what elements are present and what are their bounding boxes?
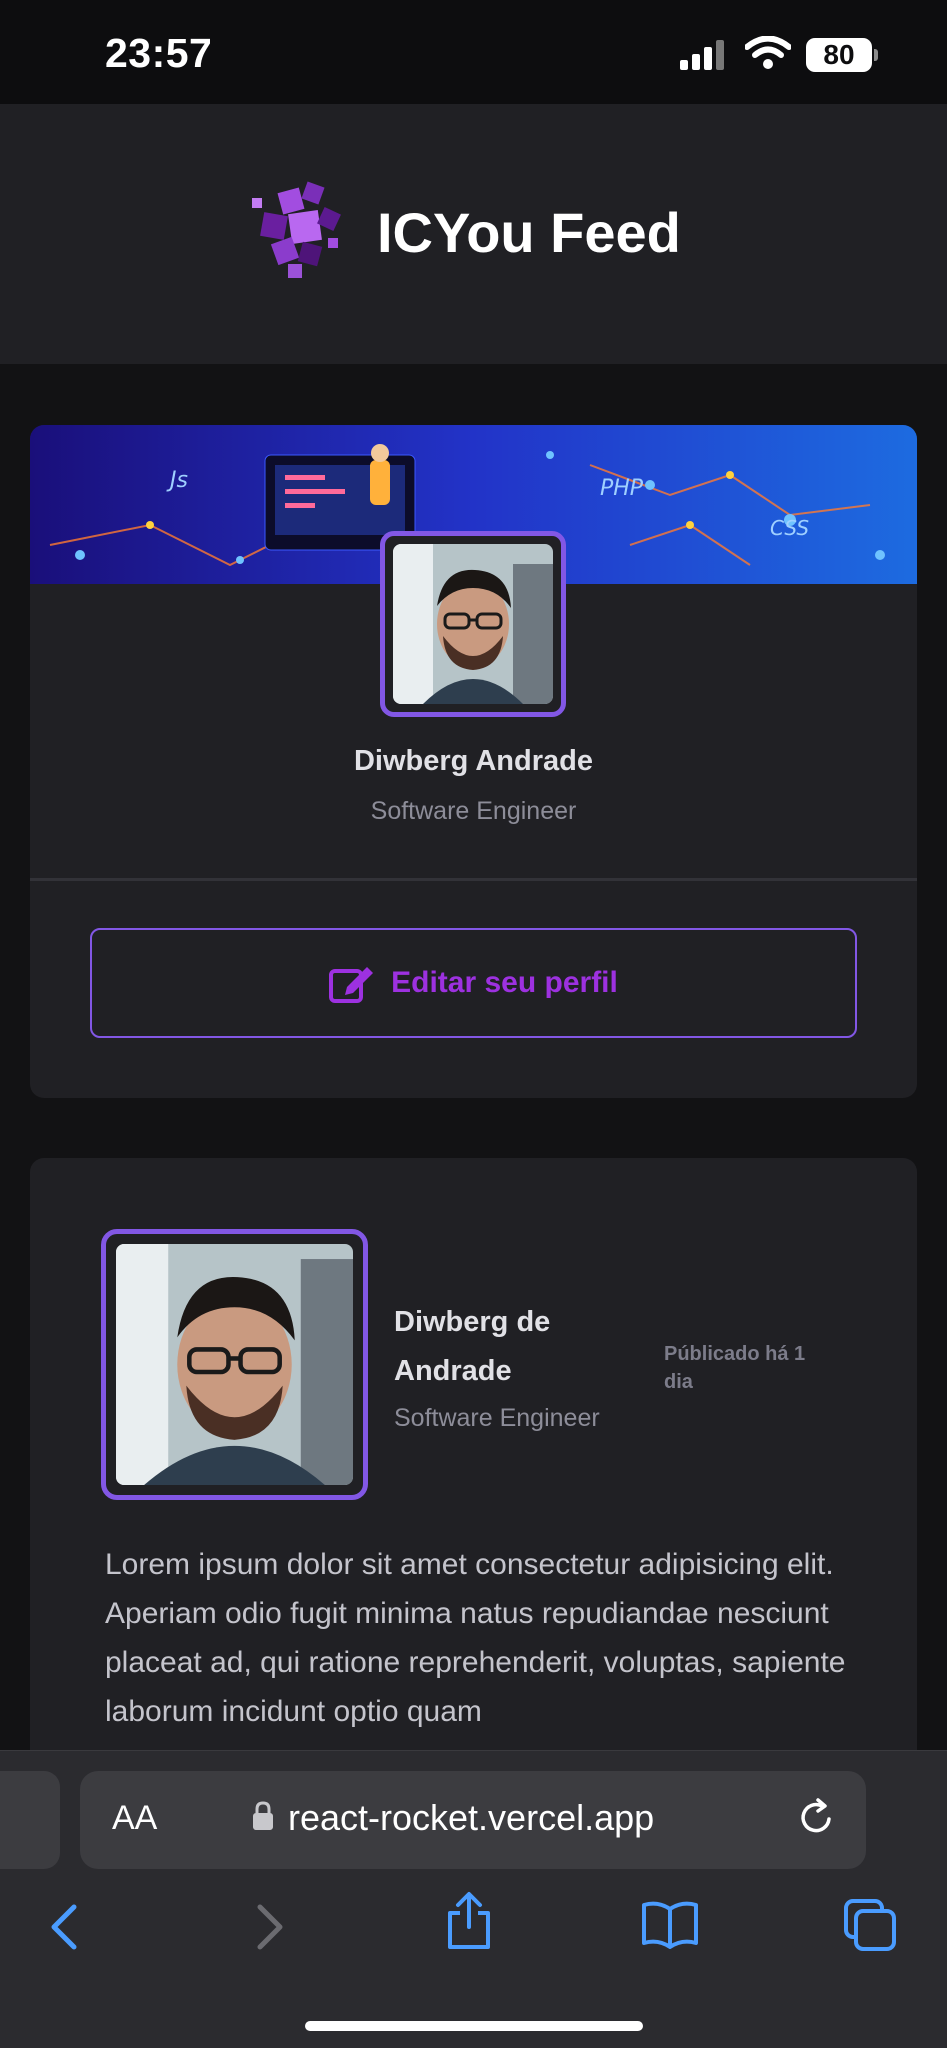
status-time: 23:57 — [105, 30, 213, 76]
url-text: react-rocket.vercel.app — [288, 1797, 655, 1838]
reload-icon[interactable] — [796, 1797, 838, 1839]
battery-indicator: 80 — [806, 38, 872, 72]
cube-cluster-logo — [252, 181, 341, 278]
lock-icon — [253, 1801, 273, 1830]
svg-text:Js: Js — [166, 468, 188, 493]
pencil-square-icon — [329, 967, 374, 1003]
profile-divider — [30, 878, 917, 881]
reader-settings-button[interactable]: AA — [112, 1799, 157, 1838]
post-author-photo — [114, 1244, 355, 1485]
edit-profile-button[interactable]: Editar seu perfil — [90, 928, 857, 1038]
post-published-time: Públicado há 1 dia — [664, 1343, 806, 1393]
status-bar: 23:57 80 — [0, 0, 947, 104]
chevron-left-icon[interactable] — [46, 1903, 82, 1951]
browser-toolbar: AA react-rocket.vercel.app — [0, 1750, 947, 2048]
post-content: Lorem ipsum dolor sit amet consectetur a… — [105, 1548, 846, 1728]
address-bar[interactable]: AA react-rocket.vercel.app — [80, 1771, 866, 1869]
post-author-role: Software Engineer — [394, 1404, 600, 1432]
app-title: ICYou Feed — [377, 201, 681, 264]
post-author-avatar[interactable] — [101, 1229, 368, 1500]
edit-profile-label: Editar seu perfil — [391, 966, 618, 999]
chevron-right-icon[interactable] — [252, 1903, 288, 1951]
previous-tab-preview[interactable] — [0, 1771, 60, 1869]
share-icon[interactable] — [444, 1891, 494, 1951]
profile-name: Diwberg Andrade — [353, 745, 593, 777]
app-header: ICYou Feed — [0, 104, 947, 364]
svg-text:CSS: CSS — [770, 516, 809, 540]
cellular-signal-icon — [680, 40, 724, 70]
svg-text:PHP: PHP — [600, 476, 644, 501]
profile-avatar[interactable] — [380, 531, 566, 717]
book-icon[interactable] — [640, 1899, 700, 1949]
profile-card: Js PHP CSS Diwberg Andrade Software Engi… — [30, 425, 917, 1098]
home-indicator[interactable] — [305, 2021, 643, 2031]
post-author-name: Diwberg de Andrade — [394, 1306, 551, 1387]
battery-cap — [874, 49, 878, 61]
profile-photo — [393, 544, 553, 704]
tabs-icon[interactable] — [842, 1897, 898, 1953]
wifi-icon — [745, 36, 791, 69]
profile-role: Software Engineer — [370, 797, 577, 825]
